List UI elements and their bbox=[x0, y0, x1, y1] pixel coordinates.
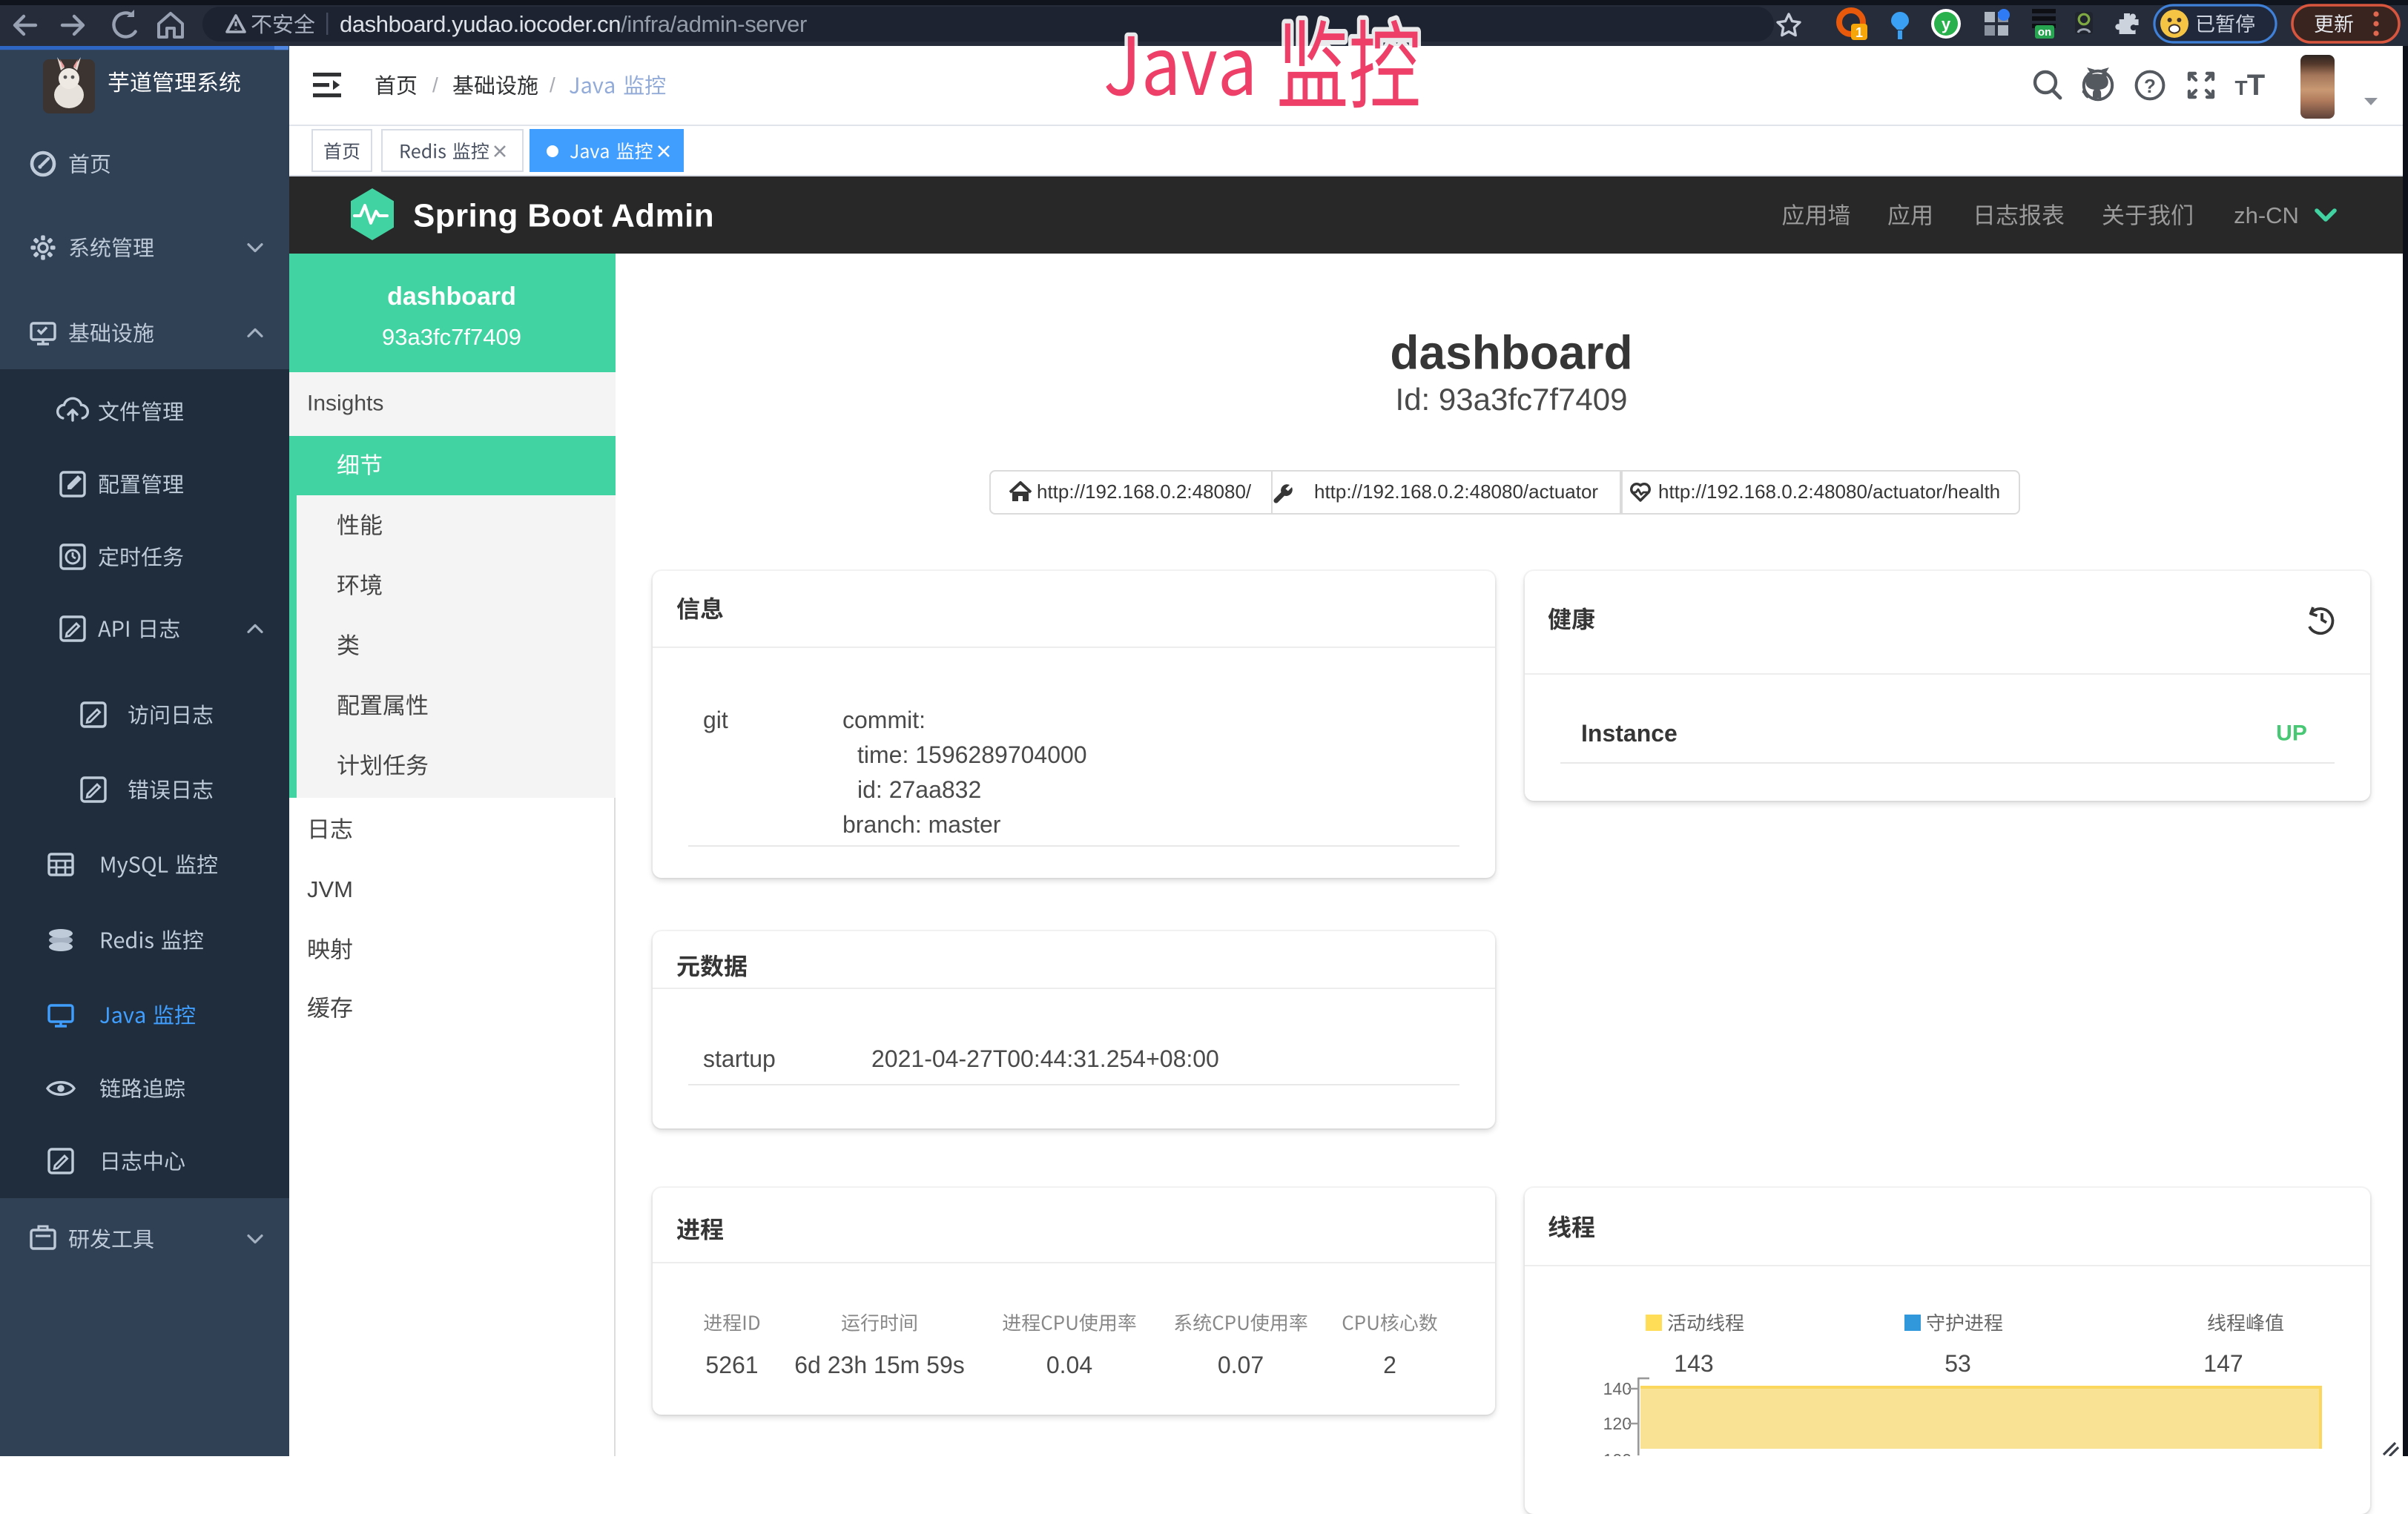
svg-text:0.04: 0.04 bbox=[1046, 1352, 1092, 1378]
svg-text:http://192.168.0.2:48080/: http://192.168.0.2:48080/ bbox=[1037, 480, 1252, 503]
svg-text:zh-CN: zh-CN bbox=[2234, 202, 2299, 228]
svg-text:140: 140 bbox=[1603, 1379, 1632, 1398]
svg-text:93a3fc7f7409: 93a3fc7f7409 bbox=[382, 324, 521, 350]
svg-text:6d 23h 15m 59s: 6d 23h 15m 59s bbox=[794, 1352, 965, 1378]
svg-text:2: 2 bbox=[1383, 1352, 1396, 1378]
svg-text:1: 1 bbox=[1856, 25, 1863, 40]
svg-text:120: 120 bbox=[1603, 1414, 1632, 1433]
svg-text:http://192.168.0.2:48080/actua: http://192.168.0.2:48080/actuator/health bbox=[1658, 480, 2000, 503]
svg-text:/: / bbox=[432, 73, 438, 96]
svg-text:5261: 5261 bbox=[705, 1352, 758, 1378]
svg-text:2021-04-27T00:44:31.254+08:00: 2021-04-27T00:44:31.254+08:00 bbox=[871, 1045, 1219, 1072]
svg-text:53: 53 bbox=[1944, 1350, 1971, 1377]
svg-text:y: y bbox=[1942, 15, 1951, 33]
svg-text:startup: startup bbox=[703, 1045, 776, 1072]
svg-text:Insights: Insights bbox=[307, 391, 383, 416]
svg-text:143: 143 bbox=[1674, 1350, 1713, 1377]
svg-text:/: / bbox=[550, 73, 555, 96]
svg-text:Instance: Instance bbox=[1581, 720, 1678, 747]
svg-text:147: 147 bbox=[2203, 1350, 2243, 1377]
svg-text:dashboard: dashboard bbox=[387, 282, 516, 311]
svg-text:JVM: JVM bbox=[307, 876, 353, 902]
svg-text:on: on bbox=[2038, 26, 2051, 39]
svg-text:0.07: 0.07 bbox=[1218, 1352, 1264, 1378]
svg-text:dashboard.yudao.iocoder.cn/inf: dashboard.yudao.iocoder.cn/infra/admin-s… bbox=[340, 11, 807, 37]
svg-text:http://192.168.0.2:48080/actua: http://192.168.0.2:48080/actuator bbox=[1314, 480, 1598, 503]
svg-text:id: 27aa832: id: 27aa832 bbox=[857, 776, 981, 803]
svg-text:Id: 93a3fc7f7409: Id: 93a3fc7f7409 bbox=[1396, 382, 1628, 417]
svg-text:T: T bbox=[2234, 76, 2247, 99]
svg-text:branch: master: branch: master bbox=[842, 811, 1001, 838]
svg-text:T: T bbox=[2247, 69, 2265, 102]
svg-text:dashboard: dashboard bbox=[1390, 326, 1632, 380]
svg-text:commit:: commit: bbox=[842, 707, 926, 733]
svg-text:git: git bbox=[703, 707, 728, 733]
svg-text:UP: UP bbox=[2276, 721, 2307, 746]
svg-text:time: 1596289704000: time: 1596289704000 bbox=[857, 741, 1087, 768]
svg-text:?: ? bbox=[2144, 75, 2156, 97]
svg-text:Spring Boot Admin: Spring Boot Admin bbox=[413, 198, 714, 234]
